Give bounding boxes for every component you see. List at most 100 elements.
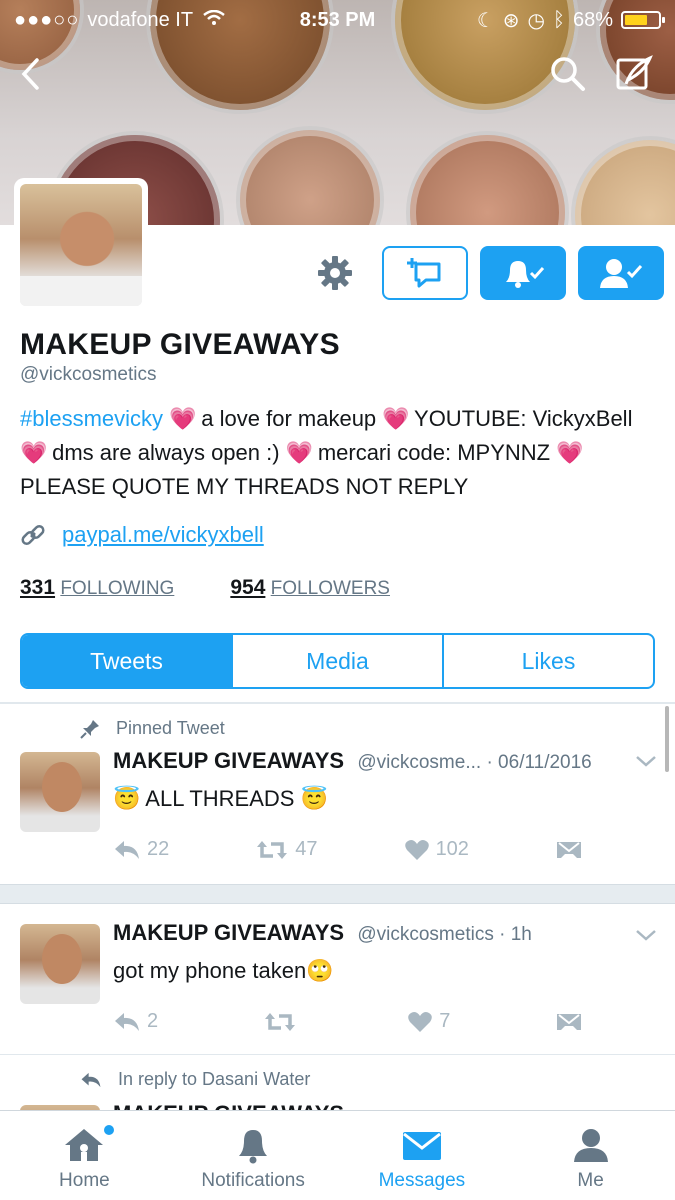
- nav-messages-label: Messages: [378, 1170, 466, 1191]
- bio-text: a love for makeup: [201, 406, 377, 431]
- envelope-icon: [556, 1013, 581, 1030]
- settings-button[interactable]: [300, 246, 370, 300]
- bio-text: mercari code:: [317, 440, 452, 465]
- heart-emoji: 💗: [382, 406, 410, 431]
- following-button[interactable]: [578, 246, 664, 300]
- notifications-on-button[interactable]: [480, 246, 566, 300]
- bottom-navigation: Home Notifications Messages Me: [0, 1110, 675, 1200]
- banner-pan: [410, 135, 565, 225]
- reply-button[interactable]: 2: [113, 1010, 158, 1033]
- tweet-author-name[interactable]: MAKEUP GIVEAWAYS: [113, 920, 344, 945]
- nav-home[interactable]: Home: [0, 1111, 169, 1200]
- gear-icon: [318, 256, 352, 290]
- tweet-header: MAKEUP GIVEAWAYS @vickcosmetics · 1h: [113, 920, 532, 946]
- heart-emoji: 💗: [285, 440, 314, 465]
- like-button[interactable]: 7: [407, 1010, 450, 1033]
- bell-icon: [239, 1130, 268, 1164]
- user-check-icon: [600, 259, 643, 288]
- direct-message-icon: [407, 258, 441, 288]
- like-count: 7: [439, 1010, 451, 1032]
- chevron-down-icon: [636, 930, 656, 941]
- heart-emoji: 💗: [556, 440, 584, 465]
- tab-media[interactable]: Media: [231, 635, 442, 687]
- profile-handle: @vickcosmetics: [20, 364, 157, 385]
- bio-text: PLEASE QUOTE MY THREADS NOT REPLY: [20, 474, 469, 499]
- tweet-options-button[interactable]: [635, 754, 657, 773]
- website-link[interactable]: paypal.me/vickyxbell: [62, 522, 264, 548]
- nav-notifications[interactable]: Notifications: [169, 1111, 338, 1200]
- retweet-button[interactable]: 47: [255, 838, 318, 861]
- tweet-time: · 1h: [499, 924, 532, 945]
- like-button[interactable]: 102: [404, 838, 469, 861]
- chevron-left-icon: [21, 58, 39, 90]
- profile-name: MAKEUP GIVEAWAYS: [20, 328, 340, 361]
- profile-website: paypal.me/vickyxbell: [20, 522, 264, 548]
- tweet-header: MAKEUP GIVEAWAYS @vickcosme... · 06/11/2…: [113, 748, 592, 774]
- follow-counts: 331 FOLLOWING 954 FOLLOWERS: [20, 576, 390, 600]
- bio-hashtag[interactable]: #blessmevicky: [20, 406, 163, 431]
- reply-icon: [81, 1072, 101, 1087]
- message-button[interactable]: [382, 246, 468, 300]
- tweet[interactable]: In reply to Dasani Water MAKEUP GIVEAWAY…: [0, 1055, 675, 1110]
- nav-me-label: Me: [577, 1170, 604, 1191]
- like-count: 102: [435, 838, 469, 860]
- tweet-author-name[interactable]: MAKEUP GIVEAWAYS: [113, 1101, 344, 1110]
- pinned-indicator: Pinned Tweet: [80, 718, 225, 739]
- heart-icon: [404, 839, 429, 860]
- compose-tweet-button[interactable]: [608, 48, 660, 100]
- bio-text: VickyxBell: [532, 406, 633, 431]
- avatar: [20, 184, 142, 306]
- reply-button[interactable]: 22: [113, 838, 169, 861]
- heart-icon: [408, 1011, 433, 1032]
- bell-check-icon: [506, 261, 545, 288]
- reply-count: 2: [147, 1010, 159, 1032]
- share-dm-button[interactable]: [555, 838, 583, 861]
- tweet-avatar[interactable]: [20, 924, 100, 1004]
- tweet-text: got my phone taken🙄: [113, 958, 334, 983]
- following-count[interactable]: 331 FOLLOWING: [20, 576, 174, 600]
- tweet-actions: 22 47 102: [113, 838, 583, 861]
- tweet-actions: 2 7: [113, 1010, 583, 1033]
- nav-messages[interactable]: Messages: [338, 1111, 507, 1200]
- reply-icon: [115, 840, 139, 859]
- reply-context-label: In reply to Dasani Water: [118, 1069, 311, 1089]
- profile-tabs: Tweets Media Likes: [20, 633, 655, 689]
- retweet-icon: [257, 840, 288, 859]
- tweet-author-name[interactable]: MAKEUP GIVEAWAYS: [113, 748, 344, 773]
- heart-emoji: 💗: [20, 440, 48, 465]
- share-dm-button[interactable]: [555, 1010, 583, 1033]
- chevron-down-icon: [636, 756, 656, 767]
- tweet-avatar[interactable]: [20, 752, 100, 832]
- user-icon: [573, 1129, 608, 1162]
- profile-actions: [300, 246, 664, 300]
- tweet-author-handle: @vickcosme...: [357, 752, 482, 773]
- retweet-button[interactable]: [263, 1010, 303, 1033]
- bio-text: MPYNNZ: [457, 440, 551, 465]
- home-icon: [65, 1129, 104, 1161]
- search-button[interactable]: [542, 48, 594, 100]
- profile-avatar[interactable]: [14, 178, 148, 312]
- tweet-time: · 06/11/2016: [486, 752, 592, 773]
- tweet[interactable]: MAKEUP GIVEAWAYS @vickcosmetics · 1h got…: [0, 904, 675, 1054]
- reply-count: 22: [147, 838, 170, 860]
- bio-text: YOUTUBE:: [414, 406, 527, 431]
- followers-count[interactable]: 954 FOLLOWERS: [230, 576, 390, 600]
- tab-tweets[interactable]: Tweets: [22, 635, 231, 687]
- tweet-text: 😇 ALL THREADS 😇: [113, 786, 328, 811]
- envelope-icon: [402, 1132, 441, 1160]
- tweet-options-button[interactable]: [635, 928, 657, 947]
- bio-text: dms are always open :): [52, 440, 280, 465]
- nav-me[interactable]: Me: [506, 1111, 675, 1200]
- back-button[interactable]: [4, 48, 56, 100]
- reply-icon: [115, 1012, 139, 1031]
- nav-notifications-label: Notifications: [201, 1170, 305, 1191]
- tweet-pinned[interactable]: Pinned Tweet MAKEUP GIVEAWAYS @vickcosme…: [0, 704, 675, 884]
- search-icon: [551, 57, 585, 91]
- tweet-author-handle: @vickcosmetics: [357, 924, 494, 945]
- banner-pan: [575, 140, 675, 225]
- retweet-count: 47: [295, 838, 318, 860]
- tab-likes[interactable]: Likes: [442, 635, 653, 687]
- status-bar: ●●●○○ vodafone IT 8:53 PM ☾ ⊛ ◷ ᛒ 68%: [0, 0, 675, 40]
- pinned-label: Pinned Tweet: [116, 718, 225, 738]
- pin-icon: [80, 719, 99, 739]
